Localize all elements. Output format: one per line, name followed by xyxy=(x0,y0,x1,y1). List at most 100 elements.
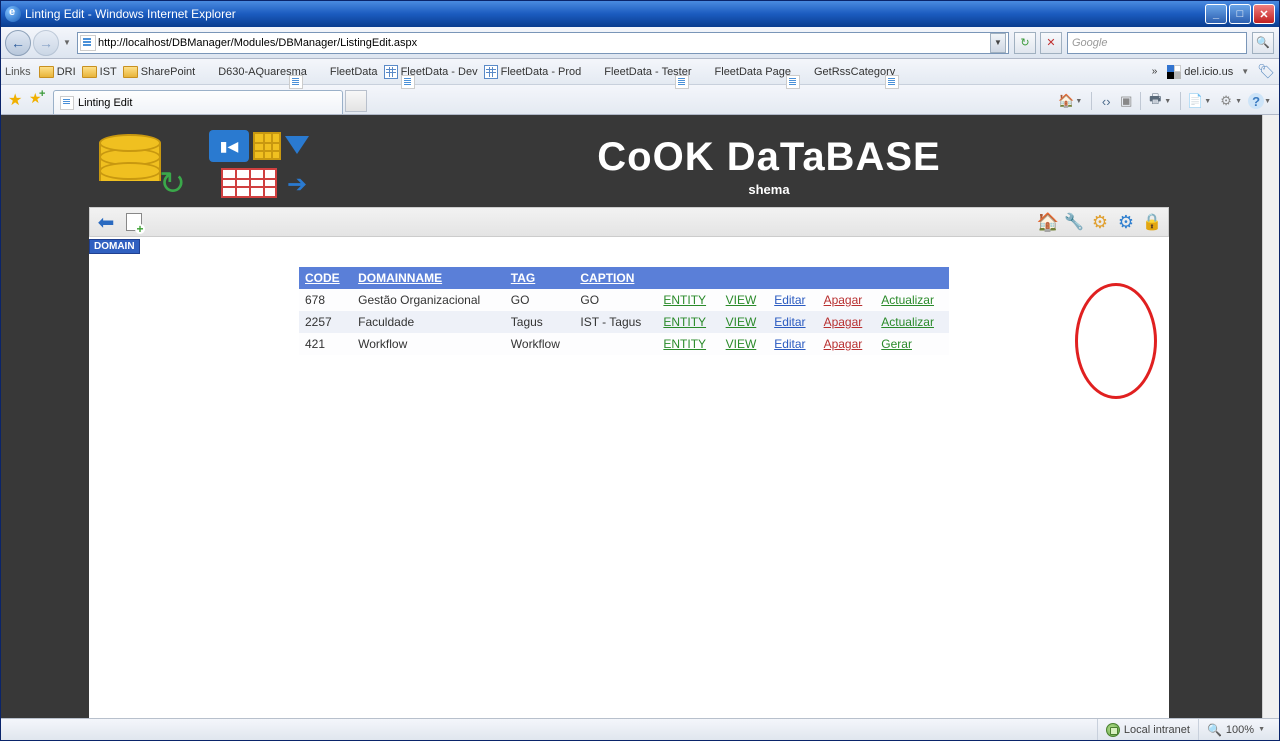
window-close-button[interactable]: ✕ xyxy=(1253,4,1275,24)
favorites-center-button[interactable]: ★ xyxy=(8,90,26,108)
links-label: Links xyxy=(5,66,31,78)
link-delete[interactable]: Apagar xyxy=(824,293,863,307)
stop-button[interactable]: ✕ xyxy=(1040,32,1062,54)
address-bar[interactable]: ▼ xyxy=(77,32,1009,54)
link-view[interactable]: VIEW xyxy=(726,315,757,329)
favorite-ist[interactable]: IST xyxy=(82,66,117,78)
table-row: 421WorkflowWorkflowENTITYVIEWEditarApaga… xyxy=(299,333,949,355)
col-header-caption[interactable]: CAPTION xyxy=(574,267,657,289)
delicious-dropdown[interactable]: ▼ xyxy=(1239,59,1251,85)
home-dropdown[interactable]: ▼ xyxy=(1075,98,1082,105)
favorite-dri[interactable]: DRI xyxy=(39,66,76,78)
window-minimize-button[interactable]: _ xyxy=(1205,4,1227,24)
toolbar-back-button[interactable]: ⬅ xyxy=(96,212,116,232)
tools-dropdown[interactable]: ▼ xyxy=(1235,98,1242,105)
tab-bar: ★ Linting Edit 🏠▼ ‹› ▣ 🖶▼ 📄▼ ⚙▼ ?▼ xyxy=(1,85,1279,115)
status-zoom[interactable]: 🔍 100% ▼ xyxy=(1198,719,1273,740)
link-delete[interactable]: Apagar xyxy=(824,315,863,329)
link-edit[interactable]: Editar xyxy=(774,293,805,307)
annotation-circle xyxy=(1075,283,1157,399)
link-last-action[interactable]: Actualizar xyxy=(881,315,934,329)
table-header-row: CODE DOMAINNAME TAG CAPTION xyxy=(299,267,949,289)
funnel-icon xyxy=(285,136,309,154)
delicious-link[interactable]: del.icio.us xyxy=(1167,65,1233,79)
favorite-d630[interactable]: D630-AQuaresma xyxy=(201,65,307,79)
app-logo: ▮◀ ➔ xyxy=(89,126,369,206)
page-icon xyxy=(60,96,74,110)
page-icon xyxy=(786,75,800,89)
tag-icon[interactable]: 🏷 xyxy=(1257,63,1275,80)
tools-button[interactable]: ⚙ xyxy=(1217,92,1235,110)
help-button[interactable]: ? xyxy=(1248,93,1264,109)
zoom-icon: 🔍 xyxy=(1207,723,1222,737)
folder-icon xyxy=(123,66,138,78)
address-dropdown[interactable]: ▼ xyxy=(990,33,1006,53)
link-entity[interactable]: ENTITY xyxy=(663,337,706,351)
favorite-fleetdata-prod[interactable]: FleetData - Prod xyxy=(484,65,582,79)
status-zone[interactable]: Local intranet xyxy=(1097,719,1198,740)
cell-caption: GO xyxy=(574,289,657,311)
add-favorite-button[interactable] xyxy=(29,90,47,108)
page-icon xyxy=(289,75,303,89)
toolbar-settings-button[interactable]: ⚙ xyxy=(1090,212,1110,232)
page-menu-button[interactable]: 📄 xyxy=(1186,92,1204,110)
link-view[interactable]: VIEW xyxy=(726,293,757,307)
grid-icon xyxy=(384,65,398,79)
vertical-scrollbar[interactable] xyxy=(1262,115,1279,718)
back-button[interactable]: ← xyxy=(5,30,31,56)
refresh-arrow-icon xyxy=(159,164,199,194)
zoom-dropdown[interactable]: ▼ xyxy=(1258,726,1265,733)
link-entity[interactable]: ENTITY xyxy=(663,293,706,307)
help-dropdown[interactable]: ▼ xyxy=(1264,98,1271,105)
col-header-code[interactable]: CODE xyxy=(299,267,352,289)
page-menu-dropdown[interactable]: ▼ xyxy=(1204,98,1211,105)
address-input[interactable] xyxy=(98,37,988,49)
link-view[interactable]: VIEW xyxy=(726,337,757,351)
col-header-domainname[interactable]: DOMAINNAME xyxy=(352,267,505,289)
section-badge: DOMAIN xyxy=(89,239,140,254)
favorite-sharepoint[interactable]: SharePoint xyxy=(123,66,195,78)
favorite-fleetdata-dev[interactable]: FleetData - Dev xyxy=(384,65,478,79)
delicious-icon xyxy=(1167,65,1181,79)
refresh-button[interactable]: ↻ xyxy=(1014,32,1036,54)
favorite-fleetdata-page[interactable]: FleetData Page xyxy=(698,65,791,79)
page-toolbar: ⬅ 🏠 🔧 ⚙ ⚙ 🔒 xyxy=(89,207,1169,237)
toolbar-lock-button[interactable]: 🔒 xyxy=(1142,212,1162,232)
search-button[interactable]: 🔍 xyxy=(1252,32,1274,54)
forward-button[interactable]: → xyxy=(33,30,59,56)
nav-history-dropdown[interactable]: ▼ xyxy=(61,30,73,56)
link-last-action[interactable]: Actualizar xyxy=(881,293,934,307)
zoom-value: 100% xyxy=(1226,724,1254,736)
cell-domainname: Faculdade xyxy=(352,311,505,333)
col-header-tag[interactable]: TAG xyxy=(505,267,575,289)
link-edit[interactable]: Editar xyxy=(774,315,805,329)
link-last-action[interactable]: Gerar xyxy=(881,337,912,351)
page-icon xyxy=(401,75,415,89)
search-box[interactable]: Google xyxy=(1067,32,1247,54)
link-delete[interactable]: Apagar xyxy=(824,337,863,351)
tab-active[interactable]: Linting Edit xyxy=(53,90,343,114)
print-dropdown[interactable]: ▼ xyxy=(1164,98,1171,105)
cell-code: 2257 xyxy=(299,311,352,333)
link-entity[interactable]: ENTITY xyxy=(663,315,706,329)
toolbar-wrench-button[interactable]: 🔧 xyxy=(1064,212,1084,232)
col-header-actions xyxy=(657,267,949,289)
cell-code: 678 xyxy=(299,289,352,311)
favorite-getrsscategory[interactable]: GetRssCategory xyxy=(797,65,895,79)
window-maximize-button[interactable]: □ xyxy=(1229,4,1251,24)
links-overflow[interactable]: » xyxy=(1152,66,1158,77)
print-button[interactable]: 🖶 xyxy=(1146,92,1164,110)
new-tab-button[interactable] xyxy=(345,90,367,112)
link-edit[interactable]: Editar xyxy=(774,337,805,351)
rewind-icon: ▮◀ xyxy=(209,130,249,162)
toolbar-home-button[interactable]: 🏠 xyxy=(1038,212,1058,232)
toolbar-config-button[interactable]: ⚙ xyxy=(1116,212,1136,232)
favorite-fleetdata[interactable]: FleetData xyxy=(313,65,378,79)
yellow-grid-icon xyxy=(253,132,281,160)
toolbar-new-button[interactable] xyxy=(124,212,144,232)
arrow-right-icon: ➔ xyxy=(287,170,307,199)
feeds-button[interactable]: ▣ xyxy=(1117,92,1135,110)
favorite-fleetdata-tester[interactable]: FleetData - Tester xyxy=(587,65,691,79)
dev-tools-button[interactable]: ‹› xyxy=(1097,92,1115,110)
home-button[interactable]: 🏠 xyxy=(1057,92,1075,110)
